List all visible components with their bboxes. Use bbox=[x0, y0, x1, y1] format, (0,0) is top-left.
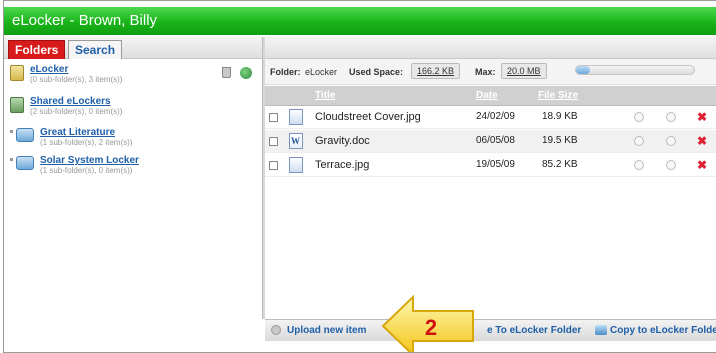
file-date: 19/05/09 bbox=[476, 159, 515, 170]
shared-locker-icon bbox=[10, 97, 24, 113]
table-row[interactable]: Cloudstreet Cover.jpg 24/02/09 18.9 KB ✖ bbox=[265, 106, 716, 129]
file-title[interactable]: Cloudstreet Cover.jpg bbox=[315, 111, 421, 123]
usage-fill bbox=[576, 66, 591, 74]
copy-to-folder-link[interactable]: Copy to eLocker Folder bbox=[610, 325, 716, 336]
edit-icon[interactable] bbox=[666, 136, 676, 146]
delete-icon[interactable]: ✖ bbox=[697, 134, 707, 148]
file-size: 18.9 KB bbox=[542, 111, 578, 122]
file-size: 19.5 KB bbox=[542, 135, 578, 146]
row-checkbox[interactable] bbox=[269, 137, 278, 146]
locker-info: (2 sub-folder(s), 0 item(s)) bbox=[30, 107, 123, 116]
title-bar: eLocker - Brown, Billy bbox=[4, 7, 716, 35]
locker-info: (0 sub-folder(s), 3 item(s)) bbox=[30, 75, 123, 84]
callout-number: 2 bbox=[424, 315, 438, 340]
file-date: 24/02/09 bbox=[476, 111, 515, 122]
locker-icon bbox=[10, 65, 24, 81]
column-title[interactable]: Title bbox=[315, 90, 335, 101]
file-date: 06/05/08 bbox=[476, 135, 515, 146]
tab-strip: Folders Search bbox=[4, 37, 264, 59]
file-title[interactable]: Gravity.doc bbox=[315, 135, 370, 147]
tree-expander[interactable] bbox=[10, 130, 13, 133]
column-file-size[interactable]: File Size bbox=[538, 90, 578, 101]
edit-icon[interactable] bbox=[666, 160, 676, 170]
locker-name[interactable]: Solar System Locker bbox=[40, 155, 139, 166]
locker-tree: eLocker (0 sub-folder(s), 3 item(s)) Sha… bbox=[4, 59, 262, 319]
column-date[interactable]: Date bbox=[476, 90, 498, 101]
used-space-value: 166.2 KB bbox=[411, 63, 461, 79]
elocker-window: eLocker - Brown, Billy Folders Search eL… bbox=[3, 0, 716, 353]
table-row[interactable]: Terrace.jpg 19/05/09 85.2 KB ✖ bbox=[265, 154, 716, 177]
locker-name[interactable]: eLocker bbox=[30, 64, 68, 75]
action-bar: Upload new item e To eLocker Folder Copy… bbox=[265, 319, 716, 341]
upload-icon[interactable] bbox=[271, 325, 281, 335]
edit-icon[interactable] bbox=[666, 112, 676, 122]
max-value: 20.0 MB bbox=[501, 63, 547, 79]
max-label: Max: bbox=[475, 67, 496, 77]
folder-label: Folder: bbox=[270, 67, 301, 77]
folder-name: eLocker bbox=[305, 67, 338, 77]
folder-toolbar: Folder: eLocker Used Space: 166.2 KB Max… bbox=[265, 59, 716, 85]
locker-name[interactable]: Great Literature bbox=[40, 127, 115, 138]
tree-expander[interactable] bbox=[10, 158, 13, 161]
window-title: eLocker - Brown, Billy bbox=[12, 12, 158, 29]
used-space-label: Used Space: bbox=[349, 67, 404, 77]
tab-search[interactable]: Search bbox=[68, 40, 123, 59]
info-icon[interactable] bbox=[634, 136, 644, 146]
row-checkbox[interactable] bbox=[269, 161, 278, 170]
file-table-header: Title Date File Size bbox=[265, 86, 716, 106]
refresh-icon[interactable] bbox=[240, 67, 252, 79]
locker-name[interactable]: Shared eLockers bbox=[30, 96, 111, 107]
word-doc-icon: W bbox=[289, 133, 303, 149]
content-top-bar bbox=[265, 37, 716, 59]
usage-bar bbox=[575, 65, 695, 75]
folder-icon bbox=[16, 156, 34, 170]
locker-info: (1 sub-folder(s), 0 item(s)) bbox=[40, 166, 133, 175]
info-icon[interactable] bbox=[634, 112, 644, 122]
file-size: 85.2 KB bbox=[542, 159, 578, 170]
table-row[interactable]: W Gravity.doc 06/05/08 19.5 KB ✖ bbox=[265, 130, 716, 153]
delete-icon[interactable]: ✖ bbox=[697, 158, 707, 172]
delete-icon[interactable]: ✖ bbox=[697, 110, 707, 124]
row-checkbox[interactable] bbox=[269, 113, 278, 122]
info-icon[interactable] bbox=[634, 160, 644, 170]
file-title[interactable]: Terrace.jpg bbox=[315, 159, 369, 171]
image-file-icon bbox=[289, 109, 303, 125]
callout-arrow: 2 bbox=[381, 294, 479, 352]
trash-icon[interactable] bbox=[222, 67, 231, 78]
upload-new-item-link[interactable]: Upload new item bbox=[287, 325, 366, 336]
locker-info: (1 sub-folder(s), 2 item(s)) bbox=[40, 138, 133, 147]
tab-folders[interactable]: Folders bbox=[8, 40, 66, 59]
folder-icon bbox=[16, 128, 34, 142]
image-file-icon bbox=[289, 157, 303, 173]
copy-folder-icon[interactable] bbox=[595, 325, 607, 335]
tree-footer bbox=[4, 319, 262, 341]
move-to-folder-link[interactable]: e To eLocker Folder bbox=[487, 325, 581, 336]
